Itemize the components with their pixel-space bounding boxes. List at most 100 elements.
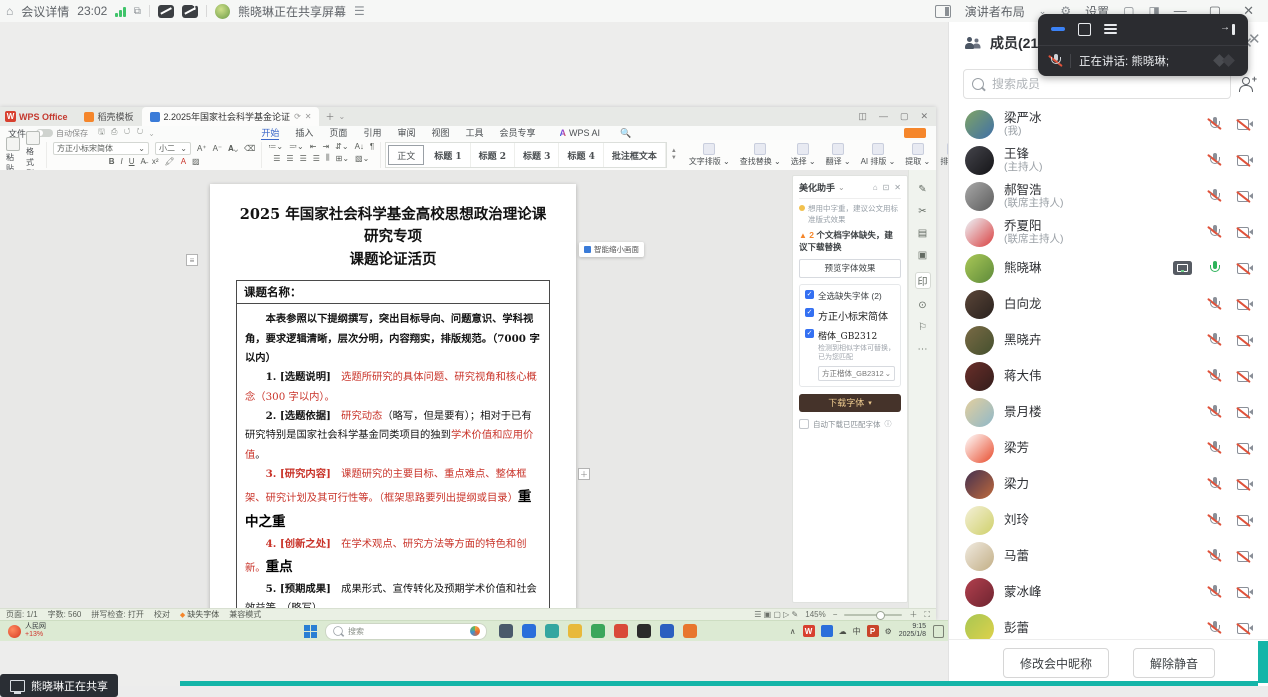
taskbar-app-icon-4[interactable] (591, 624, 605, 638)
ribbon-tab-5[interactable]: 视图 (431, 126, 449, 141)
wps-minimize-button[interactable]: — (879, 111, 888, 122)
borders-button[interactable]: ⊞⌄ (336, 154, 349, 163)
mic-muted-icon[interactable] (1208, 441, 1221, 455)
new-tab-button[interactable]: ＋ (325, 110, 334, 123)
camera-off-icon[interactable] (1237, 478, 1253, 490)
align-left-button[interactable]: ☰ (273, 154, 280, 163)
highlight-button[interactable]: 🖍 (165, 157, 175, 166)
autosave-toggle[interactable]: 自动保存 (36, 128, 88, 139)
wps-maximize-button[interactable]: ▢ (900, 111, 909, 122)
taskbar-app-icon-5[interactable] (614, 624, 628, 638)
pane-close-icon[interactable]: ✕ (894, 183, 901, 192)
zoom-out-button[interactable]: − (833, 610, 838, 619)
strip-tool-icon[interactable]: ⋯ (918, 344, 928, 355)
member-row[interactable]: 景月楼 (949, 394, 1268, 430)
outline-collapse-button[interactable]: ≡ (186, 254, 198, 266)
unmute-button[interactable]: 解除静音 (1133, 648, 1215, 678)
tab-current-document[interactable]: 2.2025年国家社会科学基金论证 ⟳ ✕ (142, 107, 320, 126)
ribbon-tab-3[interactable]: 引用 (363, 126, 381, 141)
camera-off-icon[interactable] (1237, 514, 1253, 526)
shrink-font-button[interactable]: A⁻ (213, 144, 223, 153)
record-disabled-icon[interactable] (158, 5, 174, 18)
member-row[interactable]: 蒙冰峰 (949, 574, 1268, 610)
wps-layout-icon[interactable]: ◫ (858, 111, 867, 122)
camera-off-icon[interactable] (1237, 226, 1253, 238)
smart-view-badge[interactable]: 智能缩小画面 (579, 242, 644, 257)
document-page[interactable]: 2025 年国家社会科学基金高校思想政治理论课研究专项 课题论证活页 课题名称：… (210, 184, 576, 608)
ribbon-tab-0[interactable]: 开始 (261, 126, 279, 141)
ribbon-tab-1[interactable]: 插入 (295, 126, 313, 141)
mic-muted-icon[interactable] (1208, 405, 1221, 419)
news-widget[interactable]: 人民网+13% (0, 623, 54, 638)
numbering-button[interactable]: ≕⌄ (289, 142, 304, 151)
status-item[interactable]: 拼写检查: 打开 (91, 609, 143, 620)
download-fonts-button[interactable]: 下载字体▾ (799, 394, 901, 412)
tool-文字排版[interactable]: 文字排版 ⌄ (689, 143, 730, 167)
strikethrough-button[interactable]: A̶ (141, 157, 146, 166)
home-icon[interactable]: ⌂ (6, 4, 13, 18)
tray-icon-4[interactable]: P (867, 625, 879, 637)
member-row[interactable]: 王锋(主持人) (949, 142, 1268, 178)
window-mode-icon[interactable] (1078, 23, 1091, 36)
clear-format-button[interactable]: ⌫ (244, 144, 255, 153)
camera-off-icon[interactable] (1237, 550, 1253, 562)
strip-tool-icon[interactable]: ⊙ (918, 300, 926, 311)
taskbar-app-icon-6[interactable] (637, 624, 651, 638)
mic-on-icon[interactable] (1208, 261, 1221, 275)
member-row[interactable]: 梁芳 (949, 430, 1268, 466)
status-item[interactable]: 缺失字体 (180, 609, 219, 620)
camera-off-icon[interactable] (1237, 442, 1253, 454)
promo-badge[interactable] (904, 128, 926, 138)
page-add-button[interactable]: ＋ (578, 468, 590, 480)
camera-off-icon[interactable] (1237, 118, 1253, 130)
italic-button[interactable]: I (121, 157, 123, 166)
bold-button[interactable]: B (109, 157, 115, 166)
style-item[interactable]: 标题 1 (426, 143, 470, 167)
tool-翻译[interactable]: 翻译 ⌄ (826, 143, 851, 167)
pilcrow-button[interactable]: ¶ (370, 142, 374, 151)
font1-checkbox[interactable]: ✓ 方正小标宋简体 (805, 308, 895, 323)
style-item[interactable]: 正文 (388, 145, 424, 165)
superscript-button[interactable]: x² (152, 157, 159, 166)
align-right-button[interactable]: ☰ (300, 154, 307, 163)
ribbon-tab-7[interactable]: 会员专享 (500, 126, 536, 141)
style-item[interactable]: 标题 2 (471, 143, 515, 167)
zoom-in-button[interactable]: ＋ (909, 609, 917, 620)
auto-download-checkbox[interactable]: 自动下载已匹配字体 ⓘ (799, 419, 901, 430)
tray-icon-3[interactable]: 中 (853, 626, 861, 637)
font-size-select[interactable]: 小二⌄ (155, 142, 191, 155)
camera-off-icon[interactable] (1237, 298, 1253, 310)
mic-muted-icon[interactable] (1208, 549, 1221, 563)
strip-tool-icon[interactable]: ⚐ (918, 322, 927, 333)
strip-tool-icon[interactable]: 印 (915, 272, 931, 289)
tool-提取[interactable]: 提取 ⌄ (905, 143, 930, 167)
shading-button[interactable]: ▨ (192, 157, 200, 166)
replacement-font-select[interactable]: 方正楷体_GB2312⌄ (818, 366, 895, 381)
view-mode-icons[interactable]: ☰ ▣ ▢ ▷ ✎ (754, 610, 798, 619)
more-menu-icon[interactable]: ☰ (354, 4, 365, 18)
status-item[interactable]: 页面: 1/1 (6, 609, 38, 620)
open-window-icon[interactable]: ⧉ (134, 6, 141, 17)
sort-button[interactable]: A↓ (355, 142, 364, 151)
member-row[interactable]: 蒋大伟 (949, 358, 1268, 394)
ribbon-tab-2[interactable]: 页面 (329, 126, 347, 141)
camera-off-icon[interactable] (1237, 190, 1253, 202)
outdent-button[interactable]: ⇤ (310, 142, 317, 151)
windows-start-button[interactable] (304, 625, 317, 638)
camera-off-icon[interactable] (1237, 262, 1253, 274)
select-all-checkbox[interactable]: ✓ 全选缺失字体 (2) (805, 290, 895, 302)
ribbon-tab-6[interactable]: 工具 (465, 126, 483, 141)
text-effects-button[interactable]: 𝐀⌄ (228, 144, 238, 154)
bullets-button[interactable]: ≔⌄ (268, 142, 283, 151)
tray-icon-2[interactable]: ☁ (839, 627, 847, 636)
indent-button[interactable]: ⇥ (322, 142, 329, 151)
camera-off-icon[interactable] (1237, 334, 1253, 346)
tool-AI 排版[interactable]: AI 排版 ⌄ (861, 143, 896, 167)
taskbar-app-icon-3[interactable] (568, 624, 582, 638)
camera-off-icon[interactable] (1237, 586, 1253, 598)
camera-off-icon[interactable] (1237, 406, 1253, 418)
mic-muted-icon[interactable] (1208, 189, 1221, 203)
rename-button[interactable]: 修改会中昵称 (1003, 648, 1109, 678)
status-item[interactable]: 校对 (154, 609, 170, 620)
mic-muted-icon[interactable] (1208, 621, 1221, 635)
